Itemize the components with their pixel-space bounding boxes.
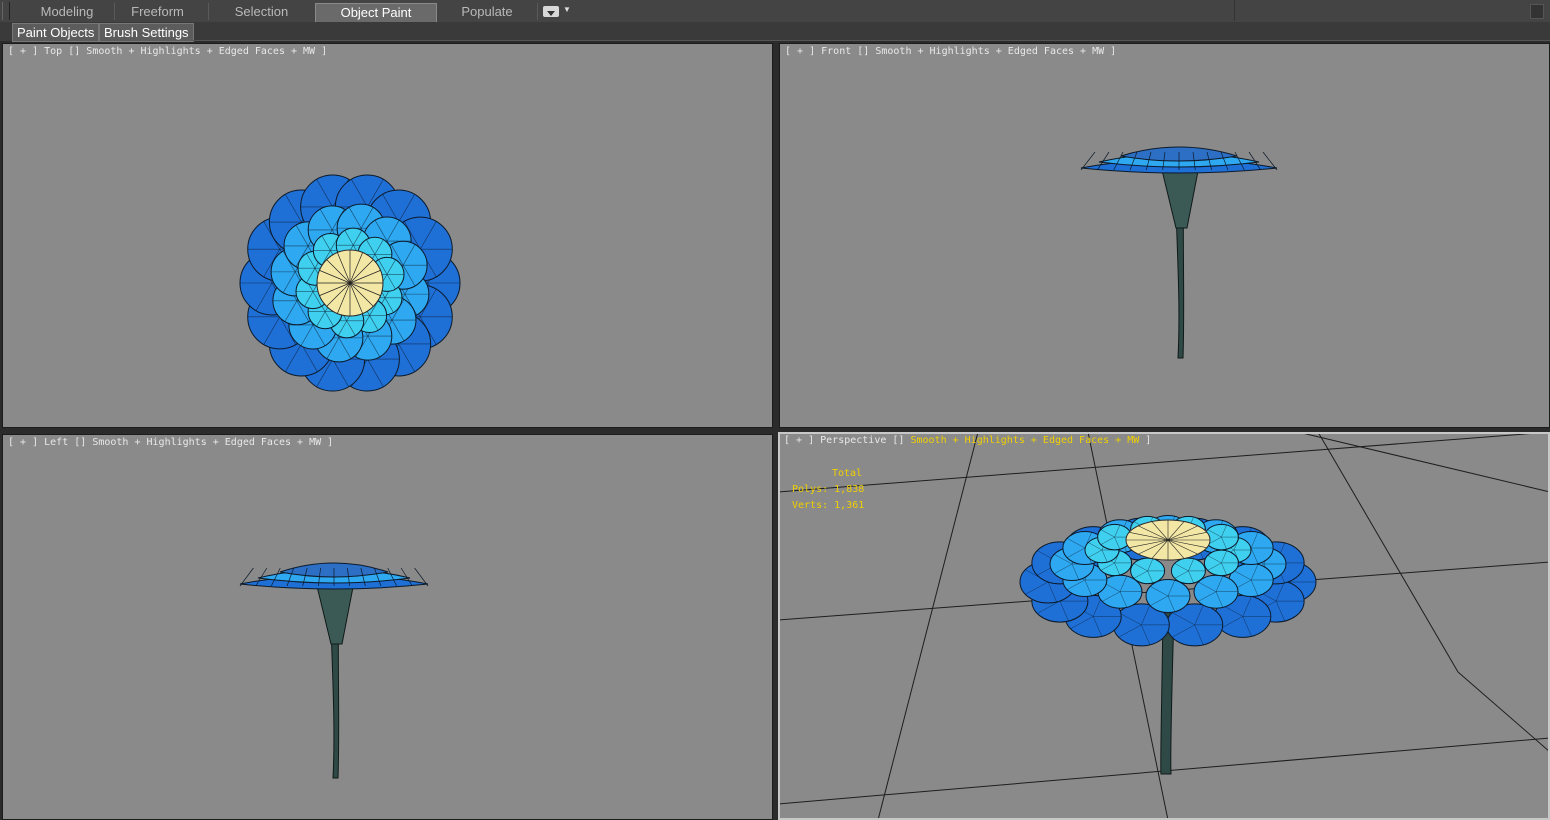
tab-separator: [537, 3, 538, 20]
stats-polys: Polys: 1,838: [792, 482, 864, 498]
grid-line: [1457, 671, 1550, 753]
stats-polys-value: 1,838: [834, 484, 865, 495]
stats-verts: Verts: 1,361: [792, 498, 864, 514]
ribbon-grip[interactable]: [2, 2, 10, 20]
flower-top-view: [239, 174, 461, 392]
viewport-label-close: ]: [321, 46, 328, 57]
viewport-shading-mode[interactable]: Smooth + Highlights + Edged Faces + MW: [910, 435, 1139, 446]
flower-front-view: [1080, 146, 1278, 359]
viewport-point-of-view[interactable]: Perspective: [820, 435, 886, 446]
viewport-perspective[interactable]: [ + ] Perspective [] Smooth + Highlights…: [778, 432, 1550, 820]
viewport-front[interactable]: [ + ] Front [] Smooth + Highlights + Edg…: [779, 43, 1550, 428]
top-view-canvas[interactable]: [2, 43, 773, 428]
stats-header: Total: [832, 468, 863, 479]
grid-line: [1317, 432, 1459, 673]
left-view-canvas[interactable]: [2, 434, 773, 820]
tab-populate[interactable]: Populate: [437, 3, 537, 21]
ribbon-spacer: [1234, 0, 1550, 21]
viewport-menu-plus[interactable]: [ + ]: [8, 46, 38, 57]
scene-statistics: Total Polys: 1,838 Verts: 1,361: [792, 466, 864, 514]
viewport-label-perspective[interactable]: [ + ] Perspective [] Smooth + Highlights…: [784, 435, 1151, 446]
viewport-label-close: ]: [1110, 46, 1117, 57]
tab-object-paint[interactable]: Object Paint: [315, 3, 437, 22]
grid-line: [877, 432, 979, 820]
flower-sepal: [1160, 165, 1200, 229]
viewport-label-front[interactable]: [ + ] Front [] Smooth + Highlights + Edg…: [785, 46, 1116, 57]
flower-sepal: [315, 581, 355, 645]
viewport-label-top[interactable]: [ + ] Top [] Smooth + Highlights + Edged…: [8, 46, 327, 57]
viewport-menu-plus[interactable]: [ + ]: [784, 435, 814, 446]
viewport-shading-mode[interactable]: Smooth + Highlights + Edged Faces + MW: [875, 46, 1104, 57]
tab-freeform[interactable]: Freeform: [115, 3, 200, 21]
viewport-left[interactable]: [ + ] Left [] Smooth + Highlights + Edge…: [2, 434, 773, 820]
viewport-point-of-view[interactable]: Left: [44, 437, 68, 448]
paint-objects-panel[interactable]: Paint Objects: [12, 23, 100, 42]
viewport-shading-mode[interactable]: Smooth + Highlights + Edged Faces + MW: [92, 437, 321, 448]
caret-down-icon[interactable]: ▼: [563, 5, 571, 14]
tab-modeling[interactable]: Modeling: [20, 3, 114, 21]
panel-divider: [192, 40, 1550, 41]
front-view-canvas[interactable]: [779, 43, 1550, 428]
perspective-view-canvas[interactable]: [778, 432, 1550, 820]
viewport-top[interactable]: [ + ] Top [] Smooth + Highlights + Edged…: [2, 43, 773, 428]
viewport-label-close: ]: [327, 437, 334, 448]
viewport-point-of-view[interactable]: Top: [44, 46, 62, 57]
stats-verts-label: Verts:: [792, 500, 829, 511]
flower-perspective-view: [1019, 515, 1317, 775]
flower-left-view: [239, 562, 429, 779]
tab-selection[interactable]: Selection: [209, 3, 314, 21]
chevron-down-icon: [547, 11, 555, 16]
viewport-menu-plus[interactable]: [ + ]: [8, 437, 38, 448]
ribbon-tab-bar: Modeling Freeform Selection Object Paint…: [0, 0, 1550, 23]
viewport-label-close: ]: [1145, 435, 1152, 446]
viewport-label-left[interactable]: [ + ] Left [] Smooth + Highlights + Edge…: [8, 437, 333, 448]
stats-verts-value: 1,361: [834, 500, 865, 511]
ribbon-minimize-button[interactable]: [1530, 4, 1544, 19]
stats-polys-label: Polys:: [792, 484, 829, 495]
viewport-point-of-view[interactable]: Front: [821, 46, 851, 57]
viewport-menu-plus[interactable]: [ + ]: [785, 46, 815, 57]
brush-settings-panel[interactable]: Brush Settings: [99, 23, 194, 42]
viewport-shading-mode[interactable]: Smooth + Highlights + Edged Faces + MW: [86, 46, 315, 57]
dropdown-icon[interactable]: [543, 6, 559, 17]
ribbon-panel-bar: Paint Objects Brush Settings: [0, 22, 1550, 42]
